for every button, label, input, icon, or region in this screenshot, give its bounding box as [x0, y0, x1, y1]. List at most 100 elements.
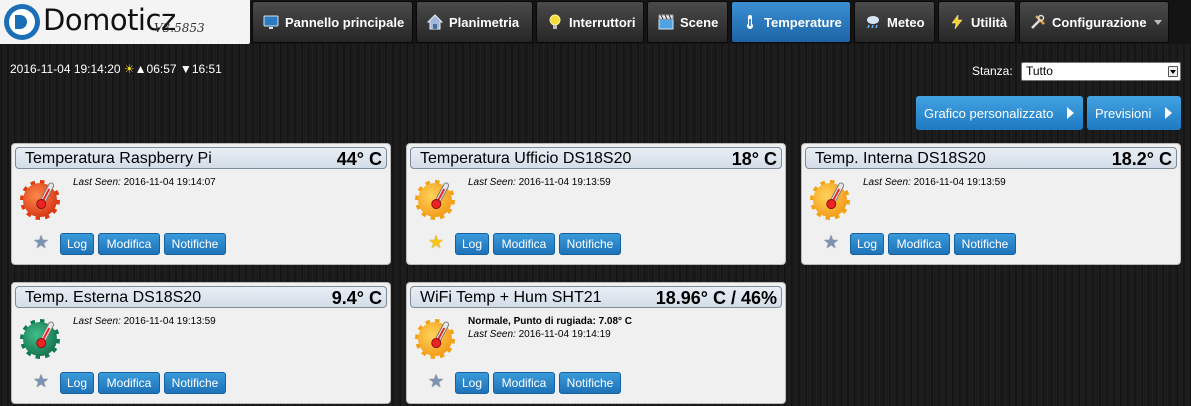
edit-button[interactable]: Modifica [493, 233, 555, 255]
device-status: Normale, Punto di rugiada: 7.08° C [468, 316, 633, 327]
device-card-header: Temperatura Ufficio DS18S20 18° C [410, 147, 782, 169]
device-name: Temperatura Raspberry Pi [25, 150, 212, 167]
edit-button[interactable]: Modifica [98, 233, 160, 255]
edit-button[interactable]: Modifica [888, 233, 950, 255]
temperature-hot-icon[interactable] [20, 179, 61, 220]
favorite-star-icon[interactable]: ★ [428, 233, 444, 251]
favorite-star-icon[interactable]: ★ [823, 233, 839, 251]
nav-weather[interactable]: Meteo [854, 1, 935, 43]
last-seen: Last Seen: 2016-11-04 19:13:59 [468, 177, 611, 188]
nav-utility[interactable]: Utilità [938, 1, 1016, 43]
device-value: 18° C [731, 149, 777, 169]
device-name: Temp. Interna DS18S20 [815, 150, 986, 167]
device-card-header: Temperatura Raspberry Pi 44° C [15, 147, 387, 169]
sunset-time: 16:51 [191, 62, 222, 76]
edit-button[interactable]: Modifica [493, 372, 555, 394]
device-card-interna: Temp. Interna DS18S20 18.2° C Last Seen:… [801, 143, 1181, 265]
log-button[interactable]: Log [60, 233, 94, 255]
logo[interactable]: Domoticz V3.5853 [0, 0, 250, 44]
device-name: Temperatura Ufficio DS18S20 [420, 150, 632, 167]
nav-floorplan-label: Planimetria [449, 14, 520, 30]
device-value: 18.96° C / 46% [655, 288, 777, 308]
nav-scenes[interactable]: Scene [647, 1, 728, 43]
lightbulb-icon [547, 14, 563, 30]
nav-temperature-label: Temperature [764, 14, 842, 30]
forecast-button[interactable]: Previsioni [1087, 96, 1181, 130]
last-seen: Last Seen: 2016-11-04 19:14:19 [468, 329, 611, 340]
nav-setup[interactable]: Configurazione [1019, 1, 1169, 43]
notifications-button[interactable]: Notifiche [954, 233, 1016, 255]
room-select-value: Tutto [1026, 64, 1053, 78]
device-value: 18.2° C [1111, 149, 1172, 169]
favorite-star-icon[interactable]: ★ [428, 372, 444, 390]
sunset-arrow-icon: ▼ [179, 62, 192, 76]
domoticz-logo-icon [4, 4, 40, 40]
last-seen-time: 2016-11-04 19:14:19 [518, 329, 611, 340]
log-button[interactable]: Log [60, 372, 94, 394]
chevron-down-icon [1168, 66, 1178, 77]
play-arrow-icon [1067, 107, 1074, 119]
nav-floorplan[interactable]: Planimetria [416, 1, 533, 43]
nav-switches[interactable]: Interruttori [536, 1, 644, 43]
custom-chart-label: Grafico personalizzato [924, 105, 1054, 121]
device-card-wifi-sht21: WiFi Temp + Hum SHT21 18.96° C / 46% Nor… [406, 282, 786, 404]
favorite-star-icon[interactable]: ★ [33, 233, 49, 251]
temperature-cool-icon[interactable] [20, 318, 61, 359]
device-card-header: Temp. Esterna DS18S20 9.4° C [15, 286, 387, 308]
edit-button[interactable]: Modifica [98, 372, 160, 394]
nav-setup-label: Configurazione [1052, 14, 1147, 30]
sunrise-arrow-icon: ▲ [134, 62, 147, 76]
last-seen-time: 2016-11-04 19:13:59 [913, 177, 1006, 188]
tools-icon [1030, 14, 1046, 30]
last-seen-time: 2016-11-04 19:13:59 [123, 316, 216, 327]
notifications-button[interactable]: Notifiche [559, 372, 621, 394]
current-datetime: 2016-11-04 19:14:20 [10, 62, 121, 76]
nav-utility-label: Utilità [971, 14, 1008, 30]
sunrise-time: 06:57 [146, 62, 177, 76]
log-button[interactable]: Log [455, 372, 489, 394]
play-arrow-icon [1165, 107, 1172, 119]
room-select[interactable]: Tutto [1021, 62, 1181, 81]
log-button[interactable]: Log [455, 233, 489, 255]
last-seen: Last Seen: 2016-11-04 19:14:07 [73, 177, 216, 188]
nav-temperature[interactable]: Temperature [731, 1, 851, 43]
rain-cloud-icon [865, 14, 881, 30]
device-name: Temp. Esterna DS18S20 [25, 289, 202, 306]
top-navigation-bar: Domoticz V3.5853 Pannello principale Pla… [0, 0, 1191, 44]
last-seen-time: 2016-11-04 19:13:59 [518, 177, 611, 188]
monitor-icon [263, 14, 279, 30]
temperature-warm-icon[interactable] [415, 179, 456, 220]
datetime-bar: 2016-11-04 19:14:20 ☀▲06:57 ▼16:51 [10, 62, 222, 76]
sun-icon: ☀ [123, 62, 135, 76]
last-seen: Last Seen: 2016-11-04 19:13:59 [863, 177, 1006, 188]
nav-switches-label: Interruttori [569, 14, 636, 30]
nav-dashboard[interactable]: Pannello principale [252, 1, 413, 43]
device-card-esterna: Temp. Esterna DS18S20 9.4° C Last Seen: … [11, 282, 391, 404]
forecast-label: Previsioni [1095, 105, 1152, 121]
notifications-button[interactable]: Notifiche [164, 372, 226, 394]
temperature-warm-icon[interactable] [415, 318, 456, 359]
log-button[interactable]: Log [850, 233, 884, 255]
last-seen: Last Seen: 2016-11-04 19:13:59 [73, 316, 216, 327]
nav-weather-label: Meteo [887, 14, 925, 30]
favorite-star-icon[interactable]: ★ [33, 372, 49, 390]
room-label: Stanza: [972, 64, 1013, 78]
device-value: 9.4° C [331, 288, 382, 308]
device-card-raspberry-pi: Temperatura Raspberry Pi 44° C Last Seen… [11, 143, 391, 265]
temperature-warm-icon[interactable] [810, 179, 851, 220]
nav-dashboard-label: Pannello principale [285, 14, 405, 30]
house-icon [426, 14, 444, 30]
thermometer-icon [742, 14, 758, 30]
device-card-ufficio: Temperatura Ufficio DS18S20 18° C Last S… [406, 143, 786, 265]
nav-scenes-label: Scene [680, 14, 719, 30]
lightning-icon [949, 14, 965, 30]
chevron-down-icon [1153, 19, 1162, 25]
notifications-button[interactable]: Notifiche [559, 233, 621, 255]
device-card-header: WiFi Temp + Hum SHT21 18.96° C / 46% [410, 286, 782, 308]
device-name: WiFi Temp + Hum SHT21 [420, 289, 602, 306]
brand-version: V3.5853 [154, 21, 205, 35]
clapperboard-icon [658, 14, 674, 30]
last-seen-time: 2016-11-04 19:14:07 [123, 177, 216, 188]
custom-chart-button[interactable]: Grafico personalizzato [916, 96, 1083, 130]
notifications-button[interactable]: Notifiche [164, 233, 226, 255]
